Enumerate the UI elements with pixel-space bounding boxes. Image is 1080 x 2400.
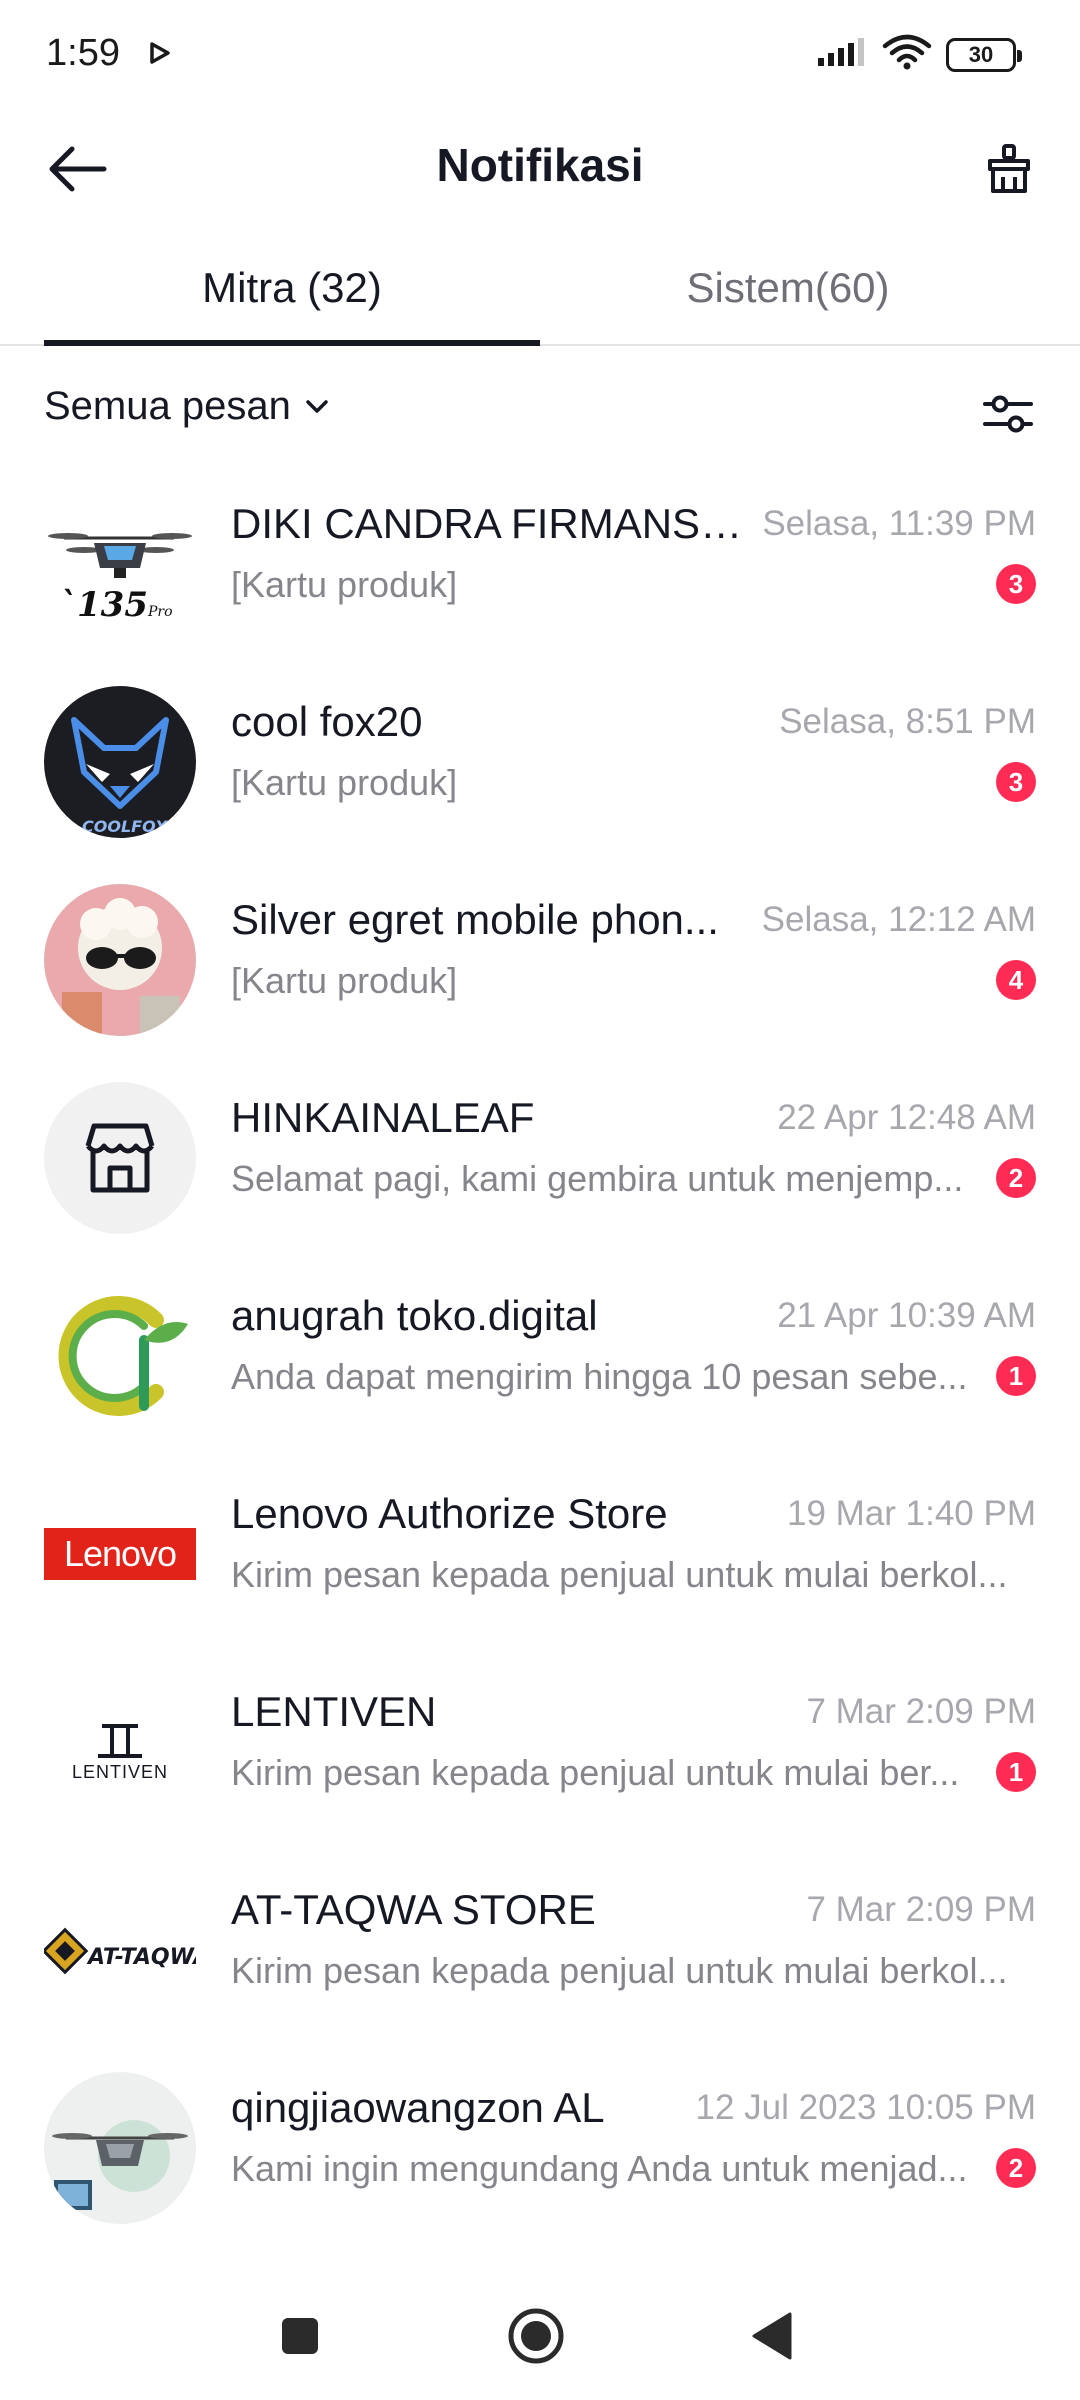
conversation-name: Lenovo Authorize Store xyxy=(231,1490,668,1537)
unread-badge: 2 xyxy=(996,2148,1036,2188)
conversation-preview: Anda dapat mengirim hingga 10 pesan sebe… xyxy=(231,1356,968,1397)
conversation-preview: Kami ingin mengundang Anda untuk menjad.… xyxy=(231,2148,968,2189)
sliders-icon xyxy=(983,395,1033,433)
message-filter-dropdown[interactable]: Semua pesan xyxy=(44,384,329,429)
conversation-time: Selasa, 8:51 PM xyxy=(779,702,1036,741)
conversation-preview: Selamat pagi, kami gembira untuk menjemp… xyxy=(231,1158,964,1199)
clear-notifications-button[interactable] xyxy=(974,134,1044,204)
store-icon xyxy=(44,1082,196,1234)
tab-sistem[interactable]: Sistem(60) xyxy=(540,240,1036,344)
conversation-time: Selasa, 12:12 AM xyxy=(761,900,1036,939)
conversation-preview: Kirim pesan kepada penjual untuk mulai b… xyxy=(231,1752,960,1793)
page-title: Notifikasi xyxy=(436,139,644,191)
conversation-name: LENTIVEN xyxy=(231,1688,437,1735)
drone-avatar: `135 Pro xyxy=(44,488,196,640)
filter-settings-button[interactable] xyxy=(978,384,1038,444)
header: Notifikasi xyxy=(0,108,1080,226)
tab-mitra[interactable]: Mitra (32) xyxy=(44,240,540,344)
home-icon xyxy=(508,2308,564,2364)
unread-badge: 3 xyxy=(996,762,1036,802)
conversation-item[interactable]: Silver egret mobile phon... Selasa, 12:1… xyxy=(0,864,1080,1062)
active-tab-indicator xyxy=(44,340,540,346)
tab-bar: Mitra (32) Sistem(60) xyxy=(0,240,1080,346)
conversation-time: 7 Mar 2:09 PM xyxy=(806,1890,1036,1929)
signal-icon xyxy=(816,36,868,73)
home-button[interactable] xyxy=(504,2304,568,2368)
conversation-name: cool fox20 xyxy=(231,698,423,745)
conversation-preview: Kirim pesan kepada penjual untuk mulai b… xyxy=(231,1554,1008,1595)
conversation-name: qingjiaowangzon AL xyxy=(231,2084,605,2131)
sunglasses-avatar xyxy=(44,884,196,1036)
svg-text:AT-TAQWA: AT-TAQWA xyxy=(86,1945,196,1970)
unread-badge: 3 xyxy=(996,564,1036,604)
conversation-time: 7 Mar 2:09 PM xyxy=(806,1692,1036,1731)
lentiven-logo: LENTIVEN xyxy=(44,1676,196,1828)
recents-icon xyxy=(282,2318,318,2354)
conversation-item[interactable]: `135 Pro DIKI CANDRA FIRMANSY... Selasa,… xyxy=(0,468,1080,666)
conversation-time: 19 Mar 1:40 PM xyxy=(787,1494,1036,1533)
conversation-name: DIKI CANDRA FIRMANSY... xyxy=(231,500,751,547)
drone-photo-avatar xyxy=(44,2072,196,2224)
back-triangle-icon xyxy=(752,2312,792,2360)
conversation-item[interactable]: Lenovo Lenovo Authorize Store 19 Mar 1:4… xyxy=(0,1458,1080,1656)
fox-avatar: COOLFOX xyxy=(44,686,196,838)
notifications-screen: 1:59 30 Notifikasi Mitra (32) Sistem(60)… xyxy=(0,0,1080,2400)
unread-badge: 1 xyxy=(996,1356,1036,1396)
system-back-button[interactable] xyxy=(740,2304,804,2368)
status-bar: 1:59 30 xyxy=(0,0,1080,108)
conversation-preview: Kirim pesan kepada penjual untuk mulai b… xyxy=(231,1950,1008,1991)
conversation-item[interactable]: LENTIVEN LENTIVEN 7 Mar 2:09 PM Kirim pe… xyxy=(0,1656,1080,1854)
conversation-item[interactable]: anugrah toko.digital 21 Apr 10:39 AM And… xyxy=(0,1260,1080,1458)
svg-text:COOLFOX: COOLFOX xyxy=(82,817,168,836)
conversation-name: anugrah toko.digital xyxy=(231,1292,598,1339)
unread-badge: 1 xyxy=(996,1752,1036,1792)
play-icon xyxy=(146,40,172,66)
conversation-preview: [Kartu produk] xyxy=(231,762,458,803)
system-nav-bar xyxy=(0,2270,1080,2400)
battery-icon: 30 xyxy=(946,37,1022,72)
wifi-icon xyxy=(882,34,932,75)
conversation-time: 22 Apr 12:48 AM xyxy=(777,1098,1036,1137)
broom-icon xyxy=(988,144,1030,193)
status-time: 1:59 xyxy=(46,32,120,74)
conversation-item[interactable]: qingjiaowangzon AL 12 Jul 2023 10:05 PM … xyxy=(0,2052,1080,2250)
conversation-name: Silver egret mobile phon... xyxy=(231,896,719,943)
conversation-preview: [Kartu produk] xyxy=(231,960,458,1001)
recents-button[interactable] xyxy=(268,2304,332,2368)
conversation-item[interactable]: COOLFOX cool fox20 Selasa, 8:51 PM [Kart… xyxy=(0,666,1080,864)
chevron-down-icon xyxy=(306,399,328,413)
conversation-time: 12 Jul 2023 10:05 PM xyxy=(695,2088,1036,2127)
at-taqwa-logo: AT-TAQWA xyxy=(44,1874,196,2026)
conversation-list[interactable]: `135 Pro DIKI CANDRA FIRMANSY... Selasa,… xyxy=(0,468,1080,2268)
lenovo-logo: Lenovo xyxy=(44,1478,196,1630)
conversation-item[interactable]: AT-TAQWA AT-TAQWA STORE 7 Mar 2:09 PM Ki… xyxy=(0,1854,1080,2052)
conversation-time: 21 Apr 10:39 AM xyxy=(777,1296,1036,1335)
conversation-item[interactable]: HINKAINALEAF 22 Apr 12:48 AM Selamat pag… xyxy=(0,1062,1080,1260)
conversation-time: Selasa, 11:39 PM xyxy=(762,504,1036,543)
conversation-preview: [Kartu produk] xyxy=(231,564,458,605)
svg-text:Pro: Pro xyxy=(147,604,173,620)
filter-row: Semua pesan xyxy=(0,362,1080,462)
svg-text:`135: `135 xyxy=(60,585,148,625)
unread-badge: 2 xyxy=(996,1158,1036,1198)
unread-badge: 4 xyxy=(996,960,1036,1000)
conversation-name: AT-TAQWA STORE xyxy=(231,1886,596,1933)
leaf-logo-avatar xyxy=(44,1280,196,1432)
conversation-item[interactable] xyxy=(0,2250,1080,2268)
conversation-name: HINKAINALEAF xyxy=(231,1094,535,1141)
filter-label: Semua pesan xyxy=(44,384,291,428)
